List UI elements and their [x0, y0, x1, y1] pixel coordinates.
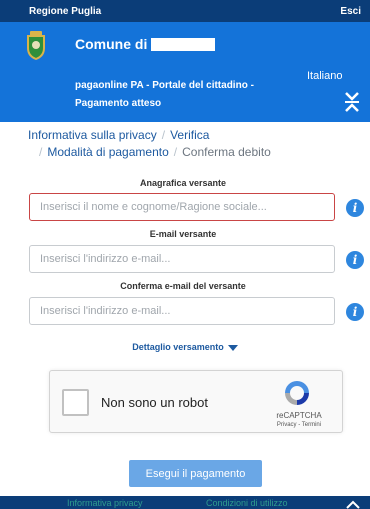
anagrafica-input[interactable] [29, 193, 335, 221]
email-confirm-input[interactable] [29, 297, 335, 325]
comune-title: Comune di [75, 36, 148, 52]
crumb-current: Conferma debito [182, 145, 271, 159]
footer-privacy-link[interactable]: Informativa privacy [67, 498, 143, 508]
portal-title: pagaonline PA - Portale del cittadino - [75, 80, 254, 91]
redacted-name [151, 37, 216, 51]
breadcrumb: Informativa sulla privacy / Verifica / Moda… [0, 127, 370, 161]
dettaglio-label: Dettaglio versamento [132, 342, 224, 352]
crumb-modalita[interactable]: Modalità di pagamento [47, 145, 168, 159]
email-confirm-label: Conferma e-mail del versante [120, 281, 246, 291]
footer: Informativa privacy Condizioni di utiliz… [0, 496, 370, 509]
dettaglio-toggle[interactable]: Dettaglio versamento [0, 342, 370, 352]
crumb-verifica[interactable]: Verifica [170, 128, 209, 142]
email-input[interactable] [29, 245, 335, 273]
municipal-crest-icon [27, 31, 45, 60]
recaptcha-links[interactable]: Privacy - Termini [264, 422, 334, 428]
collapse-arrows-icon[interactable] [344, 90, 360, 114]
crumb-separator: / [161, 128, 166, 142]
exit-link[interactable]: Esci [340, 6, 361, 17]
info-icon[interactable]: i [346, 199, 364, 217]
recaptcha-logo-icon [285, 381, 309, 405]
crumb-separator: / [173, 145, 178, 159]
crumb-separator: / [39, 145, 43, 159]
crumb-privacy[interactable]: Informativa sulla privacy [28, 128, 157, 142]
anagrafica-label: Anagrafica versante [139, 178, 227, 188]
info-icon[interactable]: i [346, 303, 364, 321]
captcha-label: Non sono un robot [101, 395, 208, 410]
pay-button[interactable]: Esegui il pagamento [129, 460, 262, 487]
email-label: E-mail versante [149, 229, 217, 239]
chevron-up-icon[interactable] [346, 500, 360, 509]
header: Comune di pagaonline PA - Portale del ci… [0, 22, 370, 122]
page-subtitle: Pagamento atteso [75, 98, 162, 109]
recaptcha-brand: reCAPTCHA [276, 411, 322, 420]
captcha-checkbox[interactable] [62, 389, 89, 416]
caret-down-icon [227, 344, 238, 351]
region-topbar: Regione Puglia Esci [0, 0, 370, 22]
footer-terms-link[interactable]: Condizioni di utilizzo [206, 498, 288, 508]
language-selector[interactable]: Italiano [307, 70, 342, 82]
recaptcha-widget: Non sono un robot reCAPTCHA Privacy - Te… [49, 370, 343, 433]
info-icon[interactable]: i [346, 251, 364, 269]
region-name: Regione Puglia [29, 5, 102, 17]
